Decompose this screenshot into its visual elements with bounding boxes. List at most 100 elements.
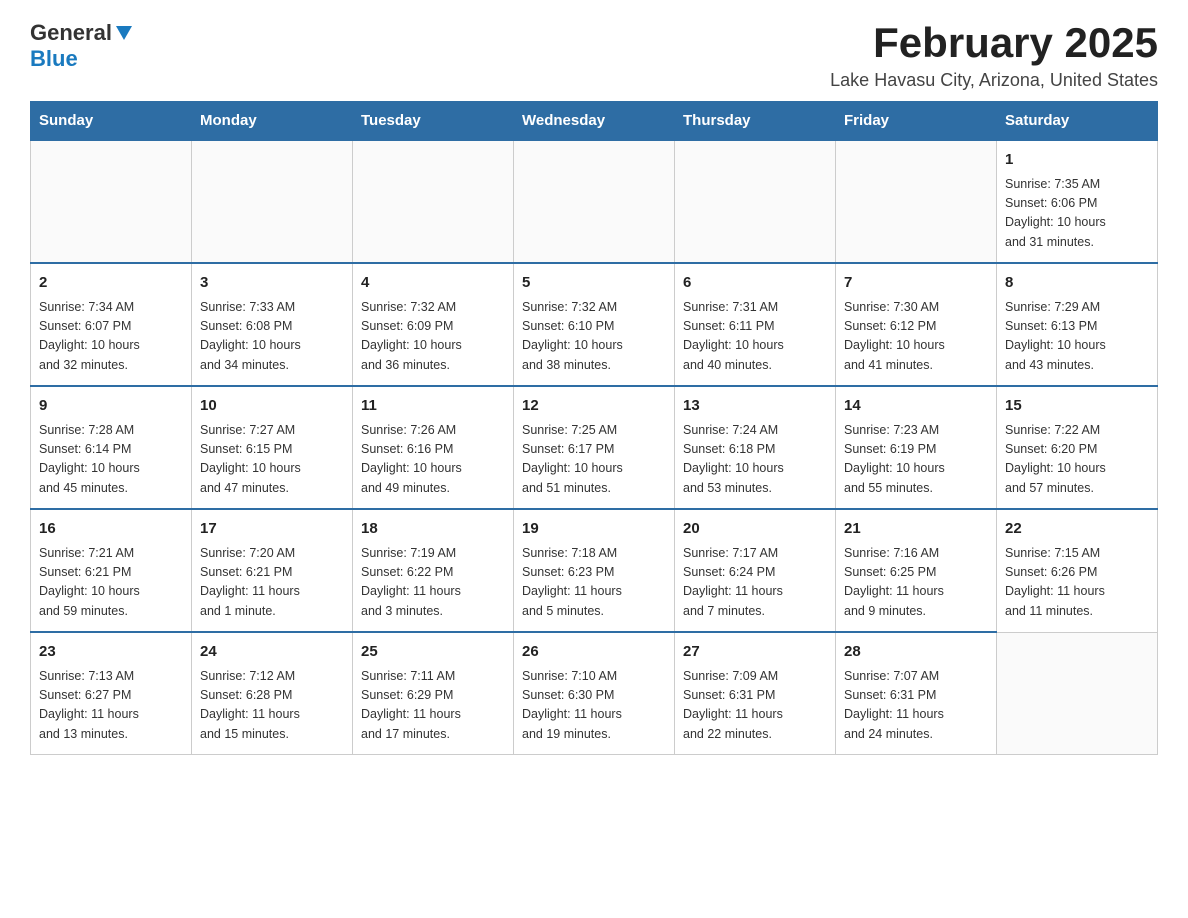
calendar-week-row: 1 Sunrise: 7:35 AM Sunset: 6:06 PM Daylig… (31, 140, 1158, 263)
day-number: 5 (522, 272, 666, 295)
day-number: 16 (39, 518, 183, 541)
day-number: 13 (683, 395, 827, 418)
title-section: February 2025 Lake Havasu City, Arizona,… (830, 20, 1158, 91)
logo-triangle-icon (114, 22, 134, 42)
calendar-day-cell (997, 632, 1158, 755)
month-title: February 2025 (830, 20, 1158, 66)
logo: General Blue (30, 20, 134, 72)
day-info: Sunrise: 7:27 AM Sunset: 6:15 PM Dayligh… (200, 421, 344, 499)
day-info: Sunrise: 7:33 AM Sunset: 6:08 PM Dayligh… (200, 298, 344, 376)
day-info: Sunrise: 7:18 AM Sunset: 6:23 PM Dayligh… (522, 544, 666, 622)
calendar-day-cell (836, 140, 997, 263)
calendar-week-row: 9 Sunrise: 7:28 AM Sunset: 6:14 PM Daylig… (31, 386, 1158, 509)
day-number: 10 (200, 395, 344, 418)
calendar-day-cell: 10 Sunrise: 7:27 AM Sunset: 6:15 PM Dayli… (192, 386, 353, 509)
day-info: Sunrise: 7:12 AM Sunset: 6:28 PM Dayligh… (200, 667, 344, 745)
calendar-day-cell: 14 Sunrise: 7:23 AM Sunset: 6:19 PM Dayli… (836, 386, 997, 509)
calendar-col-monday: Monday (192, 102, 353, 141)
calendar-day-cell: 6 Sunrise: 7:31 AM Sunset: 6:11 PM Daylig… (675, 263, 836, 386)
day-info: Sunrise: 7:16 AM Sunset: 6:25 PM Dayligh… (844, 544, 988, 622)
day-info: Sunrise: 7:30 AM Sunset: 6:12 PM Dayligh… (844, 298, 988, 376)
day-info: Sunrise: 7:24 AM Sunset: 6:18 PM Dayligh… (683, 421, 827, 499)
day-number: 23 (39, 641, 183, 664)
day-info: Sunrise: 7:25 AM Sunset: 6:17 PM Dayligh… (522, 421, 666, 499)
day-number: 14 (844, 395, 988, 418)
day-number: 1 (1005, 149, 1149, 172)
day-info: Sunrise: 7:26 AM Sunset: 6:16 PM Dayligh… (361, 421, 505, 499)
calendar-day-cell: 28 Sunrise: 7:07 AM Sunset: 6:31 PM Dayli… (836, 632, 997, 755)
day-number: 28 (844, 641, 988, 664)
calendar-day-cell (192, 140, 353, 263)
logo-text-blue: Blue (30, 46, 78, 71)
day-info: Sunrise: 7:15 AM Sunset: 6:26 PM Dayligh… (1005, 544, 1149, 622)
calendar-day-cell: 4 Sunrise: 7:32 AM Sunset: 6:09 PM Daylig… (353, 263, 514, 386)
day-info: Sunrise: 7:32 AM Sunset: 6:09 PM Dayligh… (361, 298, 505, 376)
day-info: Sunrise: 7:28 AM Sunset: 6:14 PM Dayligh… (39, 421, 183, 499)
day-info: Sunrise: 7:22 AM Sunset: 6:20 PM Dayligh… (1005, 421, 1149, 499)
calendar-day-cell: 13 Sunrise: 7:24 AM Sunset: 6:18 PM Dayli… (675, 386, 836, 509)
day-number: 2 (39, 272, 183, 295)
calendar-col-sunday: Sunday (31, 102, 192, 141)
calendar-week-row: 16Sunrise: 7:21 AM Sunset: 6:21 PM Dayli… (31, 509, 1158, 632)
day-info: Sunrise: 7:31 AM Sunset: 6:11 PM Dayligh… (683, 298, 827, 376)
calendar-day-cell: 24 Sunrise: 7:12 AM Sunset: 6:28 PM Dayli… (192, 632, 353, 755)
day-info: Sunrise: 7:11 AM Sunset: 6:29 PM Dayligh… (361, 667, 505, 745)
calendar-table: SundayMondayTuesdayWednesdayThursdayFrid… (30, 101, 1158, 755)
day-number: 8 (1005, 272, 1149, 295)
calendar-day-cell: 3Sunrise: 7:33 AM Sunset: 6:08 PM Daylig… (192, 263, 353, 386)
calendar-day-cell: 18Sunrise: 7:19 AM Sunset: 6:22 PM Dayli… (353, 509, 514, 632)
calendar-day-cell: 9 Sunrise: 7:28 AM Sunset: 6:14 PM Daylig… (31, 386, 192, 509)
calendar-day-cell: 1 Sunrise: 7:35 AM Sunset: 6:06 PM Daylig… (997, 140, 1158, 263)
day-number: 17 (200, 518, 344, 541)
day-info: Sunrise: 7:07 AM Sunset: 6:31 PM Dayligh… (844, 667, 988, 745)
calendar-day-cell: 5 Sunrise: 7:32 AM Sunset: 6:10 PM Daylig… (514, 263, 675, 386)
calendar-day-cell: 17Sunrise: 7:20 AM Sunset: 6:21 PM Dayli… (192, 509, 353, 632)
calendar-day-cell (675, 140, 836, 263)
day-info: Sunrise: 7:32 AM Sunset: 6:10 PM Dayligh… (522, 298, 666, 376)
day-number: 25 (361, 641, 505, 664)
day-number: 24 (200, 641, 344, 664)
day-info: Sunrise: 7:17 AM Sunset: 6:24 PM Dayligh… (683, 544, 827, 622)
calendar-day-cell: 8 Sunrise: 7:29 AM Sunset: 6:13 PM Daylig… (997, 263, 1158, 386)
day-number: 4 (361, 272, 505, 295)
calendar-header-row: SundayMondayTuesdayWednesdayThursdayFrid… (31, 102, 1158, 141)
calendar-day-cell: 25 Sunrise: 7:11 AM Sunset: 6:29 PM Dayli… (353, 632, 514, 755)
day-number: 19 (522, 518, 666, 541)
calendar-day-cell: 20 Sunrise: 7:17 AM Sunset: 6:24 PM Dayli… (675, 509, 836, 632)
day-info: Sunrise: 7:13 AM Sunset: 6:27 PM Dayligh… (39, 667, 183, 745)
location-title: Lake Havasu City, Arizona, United States (830, 70, 1158, 91)
calendar-col-tuesday: Tuesday (353, 102, 514, 141)
page-header: General Blue February 2025 Lake Havasu C… (30, 20, 1158, 91)
day-number: 27 (683, 641, 827, 664)
calendar-day-cell: 16Sunrise: 7:21 AM Sunset: 6:21 PM Dayli… (31, 509, 192, 632)
calendar-day-cell: 7Sunrise: 7:30 AM Sunset: 6:12 PM Daylig… (836, 263, 997, 386)
day-number: 6 (683, 272, 827, 295)
day-number: 26 (522, 641, 666, 664)
day-info: Sunrise: 7:23 AM Sunset: 6:19 PM Dayligh… (844, 421, 988, 499)
day-number: 20 (683, 518, 827, 541)
day-info: Sunrise: 7:29 AM Sunset: 6:13 PM Dayligh… (1005, 298, 1149, 376)
calendar-col-friday: Friday (836, 102, 997, 141)
calendar-week-row: 2 Sunrise: 7:34 AM Sunset: 6:07 PM Daylig… (31, 263, 1158, 386)
calendar-week-row: 23 Sunrise: 7:13 AM Sunset: 6:27 PM Dayli… (31, 632, 1158, 755)
day-number: 9 (39, 395, 183, 418)
day-info: Sunrise: 7:19 AM Sunset: 6:22 PM Dayligh… (361, 544, 505, 622)
calendar-day-cell (514, 140, 675, 263)
day-number: 15 (1005, 395, 1149, 418)
logo-text-general: General (30, 20, 112, 46)
calendar-day-cell: 27Sunrise: 7:09 AM Sunset: 6:31 PM Dayli… (675, 632, 836, 755)
calendar-col-thursday: Thursday (675, 102, 836, 141)
day-number: 21 (844, 518, 988, 541)
day-number: 11 (361, 395, 505, 418)
calendar-day-cell (353, 140, 514, 263)
day-number: 22 (1005, 518, 1149, 541)
calendar-day-cell: 26 Sunrise: 7:10 AM Sunset: 6:30 PM Dayli… (514, 632, 675, 755)
day-info: Sunrise: 7:35 AM Sunset: 6:06 PM Dayligh… (1005, 175, 1149, 253)
calendar-day-cell (31, 140, 192, 263)
calendar-day-cell: 12 Sunrise: 7:25 AM Sunset: 6:17 PM Dayli… (514, 386, 675, 509)
calendar-day-cell: 19 Sunrise: 7:18 AM Sunset: 6:23 PM Dayli… (514, 509, 675, 632)
day-info: Sunrise: 7:34 AM Sunset: 6:07 PM Dayligh… (39, 298, 183, 376)
calendar-day-cell: 23 Sunrise: 7:13 AM Sunset: 6:27 PM Dayli… (31, 632, 192, 755)
day-info: Sunrise: 7:10 AM Sunset: 6:30 PM Dayligh… (522, 667, 666, 745)
day-number: 12 (522, 395, 666, 418)
